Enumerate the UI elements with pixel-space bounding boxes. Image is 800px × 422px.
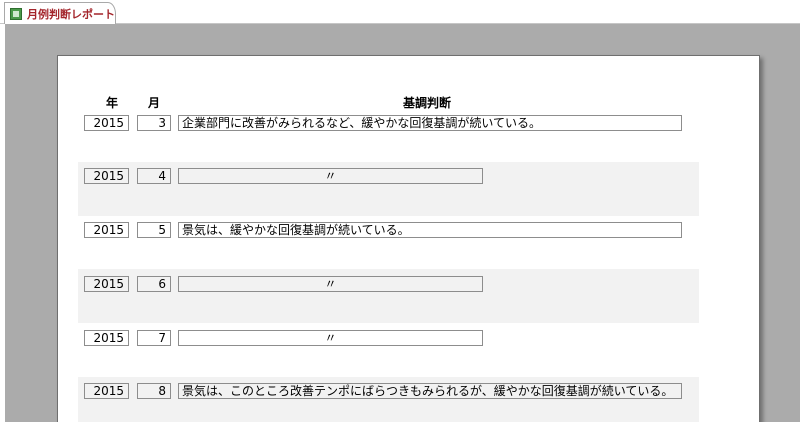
report-icon	[10, 8, 22, 20]
judgement-field[interactable]: 〃	[178, 330, 483, 346]
report-row: 2015 4 〃	[78, 162, 699, 216]
column-header-year: 年	[106, 96, 119, 110]
judgement-field[interactable]: 景気は、緩やかな回復基調が続いている。	[178, 222, 682, 238]
month-field[interactable]: 4	[137, 168, 171, 184]
month-field[interactable]: 6	[137, 276, 171, 292]
column-header-judgement: 基調判断	[403, 96, 452, 110]
report-row: 2015 5 景気は、緩やかな回復基調が続いている。	[78, 222, 699, 276]
report-page: 年 月 基調判断 2015 3 企業部門に改善がみられるなど、緩やかな回復基調が…	[57, 55, 760, 422]
judgement-field[interactable]: 〃	[178, 168, 483, 184]
report-tab-label: 月例判断レポート	[27, 8, 115, 21]
judgement-field[interactable]: 企業部門に改善がみられるなど、緩やかな回復基調が続いている。	[178, 115, 682, 131]
year-field[interactable]: 2015	[84, 330, 129, 346]
month-field[interactable]: 3	[137, 115, 171, 131]
year-field[interactable]: 2015	[84, 383, 129, 399]
year-field[interactable]: 2015	[84, 222, 129, 238]
month-field[interactable]: 5	[137, 222, 171, 238]
document-tab-strip: 月例判断レポート	[0, 0, 800, 25]
report-row: 2015 3 企業部門に改善がみられるなど、緩やかな回復基調が続いている。	[78, 115, 699, 169]
judgement-field[interactable]: 景気は、このところ改善テンポにばらつきもみられるが、緩やかな回復基調が続いている…	[178, 383, 682, 399]
report-row: 2015 8 景気は、このところ改善テンポにばらつきもみられるが、緩やかな回復基…	[78, 377, 699, 422]
month-field[interactable]: 7	[137, 330, 171, 346]
report-document-tab[interactable]: 月例判断レポート	[4, 2, 116, 25]
year-field[interactable]: 2015	[84, 276, 129, 292]
year-field[interactable]: 2015	[84, 168, 129, 184]
column-header-month: 月	[148, 96, 161, 110]
month-field[interactable]: 8	[137, 383, 171, 399]
report-row: 2015 6 〃	[78, 269, 699, 323]
year-field[interactable]: 2015	[84, 115, 129, 131]
judgement-field[interactable]: 〃	[178, 276, 483, 292]
report-row: 2015 7 〃	[78, 330, 699, 384]
